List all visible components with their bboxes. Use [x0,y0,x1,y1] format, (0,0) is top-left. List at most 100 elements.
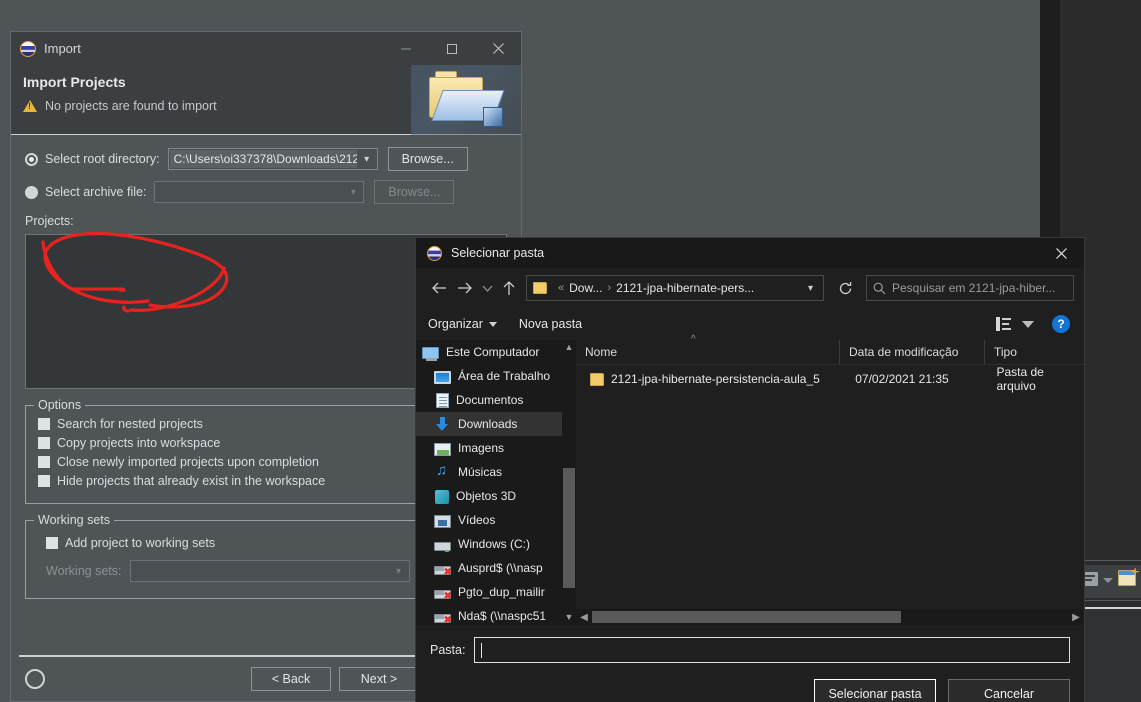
organize-label: Organizar [428,317,483,331]
music-icon [434,462,451,480]
new-folder-button[interactable]: Nova pasta [519,317,582,331]
3d-objects-icon [435,489,449,504]
scrollbar-thumb[interactable] [592,611,902,623]
help-icon[interactable] [25,669,45,689]
checkbox[interactable] [38,437,50,449]
organize-button[interactable]: Organizar [428,317,497,331]
documents-icon [436,392,449,408]
maximize-icon[interactable] [429,32,475,65]
checkbox[interactable] [38,418,50,430]
navigation-pane: Este Computador Área de Trabalho Documen… [416,340,576,625]
file-list-pane: Nome ^ Data de modificação Tipo 2121-jpa… [576,334,1084,625]
folder-path-input[interactable] [474,637,1070,663]
sidebar-item-nda[interactable]: Nda$ (\\naspc51 [416,604,576,625]
file-list-horizontal-scrollbar[interactable]: ◀ ▶ [576,609,1084,625]
archive-file-combo[interactable]: ▾ [154,181,365,203]
breadcrumb-segment-0[interactable]: Dow... [569,281,602,295]
sidebar-item-label: Documentos [456,393,524,407]
text-caret [481,643,483,658]
ide-editor-area [1078,609,1141,702]
close-icon[interactable] [1038,238,1084,268]
next-button[interactable]: Next > [339,667,419,691]
select-folder-button[interactable]: Selecionar pasta [814,679,936,702]
help-icon[interactable]: ? [1052,315,1070,333]
picker-command-bar: Organizar Nova pasta ? [416,308,1084,340]
sidebar-item-videos[interactable]: Vídeos [416,508,576,532]
column-label: Data de modificação [849,345,959,359]
sidebar-item-label: Downloads [458,417,518,431]
scrollbar-track[interactable] [592,610,1068,624]
breadcrumb-separator: › [607,282,612,294]
checkbox[interactable] [38,456,50,468]
sidebar-item-imagens[interactable]: Imagens [416,436,576,460]
sidebar-scrollbar[interactable]: ▲ ▼ [562,340,576,625]
sidebar-item-ausprd[interactable]: Ausprd$ (\\nasp [416,556,576,580]
back-button[interactable]: < Back [251,667,331,691]
archive-file-value [156,183,344,201]
sidebar-item-este-computador[interactable]: Este Computador [416,340,576,364]
cell-nome: 2121-jpa-hibernate-persistencia-aula_5 [611,372,820,386]
breadcrumb-segment-1[interactable]: 2121-jpa-hibernate-pers... [616,281,754,295]
sidebar-item-label: Músicas [458,465,503,479]
select-root-directory-radio[interactable] [25,152,38,166]
drive-icon [434,541,451,552]
scroll-left-icon[interactable]: ◀ [576,612,592,623]
sidebar-item-objetos-3d[interactable]: Objetos 3D [416,484,576,508]
minimize-icon[interactable] [383,32,429,65]
chevron-down-icon[interactable]: ▾ [802,283,819,294]
breadcrumb-overflow[interactable]: « [558,282,564,294]
scrollbar-thumb[interactable] [563,468,575,588]
search-icon [873,282,886,294]
checkbox[interactable] [38,475,50,487]
root-directory-combo[interactable]: C:\Users\oi337378\Downloads\2121-jpa-hib… [167,148,378,170]
chevron-down-icon[interactable] [1022,321,1034,328]
arrow-forward-icon[interactable] [452,275,478,301]
table-row[interactable]: 2121-jpa-hibernate-persistencia-aula_5 0… [576,365,1084,393]
column-label: Nome [585,345,618,359]
search-input[interactable]: Pesquisar em 2121-jpa-hiber... [866,275,1074,301]
working-sets-combo: ▾ [129,560,410,582]
chevron-down-icon: ▾ [395,565,402,577]
sidebar-item-label: Este Computador [446,345,540,359]
sidebar-item-documentos[interactable]: Documentos [416,388,576,412]
folder-path-label: Pasta: [430,643,466,657]
working-sets-legend: Working sets [34,513,115,527]
picker-content: Este Computador Área de Trabalho Documen… [416,334,1084,625]
view-details-icon[interactable] [996,317,1012,331]
picker-titlebar: Selecionar pasta [416,238,1084,268]
chevron-down-icon: ▾ [364,153,370,165]
option-label: Search for nested projects [57,417,203,431]
column-header-tipo[interactable]: Tipo [984,340,1084,364]
arrow-up-icon[interactable] [496,275,522,301]
cancel-button[interactable]: Cancelar [948,679,1070,702]
root-directory-value: C:\Users\oi337378\Downloads\2121-jpa-hib [169,150,357,168]
working-sets-label: Working sets: [46,564,122,578]
sidebar-item-area-de-trabalho[interactable]: Área de Trabalho [416,364,576,388]
chevron-down-icon[interactable] [478,275,496,301]
new-folder-label: Nova pasta [518,317,583,331]
column-header-data-modificacao[interactable]: Data de modificação [839,340,984,364]
scroll-up-icon[interactable]: ▲ [562,340,576,355]
ide-new-folder-icon[interactable] [1118,565,1139,586]
add-project-label: Add project to working sets [65,536,216,550]
address-bar[interactable]: « Dow... › 2121-jpa-hibernate-pers... ▾ [526,275,824,301]
sidebar-item-musicas[interactable]: Músicas [416,460,576,484]
sidebar-item-windows-c[interactable]: Windows (C:) [416,532,576,556]
checkbox[interactable] [46,537,58,549]
arrow-back-icon[interactable] [426,275,452,301]
network-drive-offline-icon [434,613,452,625]
close-icon[interactable] [475,32,521,65]
browse-root-directory-button[interactable]: Browse... [387,147,468,171]
sidebar-item-downloads[interactable]: Downloads [416,412,576,436]
option-label: Hide projects that already exist in the … [57,474,326,488]
import-folder-wizard-icon [411,65,521,135]
chevron-down-icon: ▾ [350,186,356,198]
scroll-right-icon[interactable]: ▶ [1068,612,1084,623]
sidebar-item-pgto-dup-mailir[interactable]: Pgto_dup_mailir [416,580,576,604]
scroll-down-icon[interactable]: ▼ [562,610,576,625]
select-archive-file-radio[interactable] [25,185,38,199]
column-header-nome[interactable]: Nome ^ [576,334,839,364]
refresh-icon[interactable] [832,275,858,301]
sidebar-item-label: Imagens [458,441,505,455]
ide-chevron-down-icon[interactable] [1103,578,1113,583]
